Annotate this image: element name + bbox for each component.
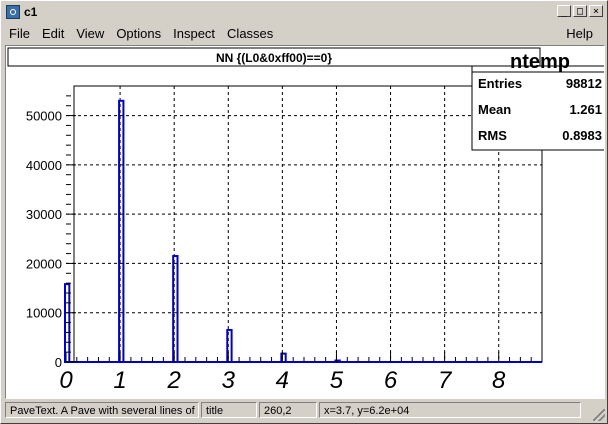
status-object-info: PaveText. A Pave with several lines of t… bbox=[5, 402, 199, 418]
menu-options[interactable]: Options bbox=[110, 26, 167, 41]
stats-mean-label: Mean bbox=[478, 102, 511, 117]
x-tick-label: 3 bbox=[222, 367, 236, 394]
stats-name: ntemp bbox=[510, 51, 570, 73]
menu-inspect[interactable]: Inspect bbox=[167, 26, 221, 41]
x-tick-label: 0 bbox=[59, 367, 73, 394]
stats-box[interactable]: ntemp Entries 98812 Mean 1.261 RMS 0.898… bbox=[471, 51, 604, 151]
root-app-icon bbox=[6, 5, 20, 19]
stats-rms-value: 0.8983 bbox=[562, 128, 602, 143]
resize-grip-icon[interactable] bbox=[593, 409, 605, 421]
histogram-bar bbox=[172, 255, 179, 364]
x-tick-label: 2 bbox=[167, 367, 181, 394]
menu-classes[interactable]: Classes bbox=[221, 26, 279, 41]
x-tick-label: 7 bbox=[438, 367, 453, 394]
menu-file[interactable]: File bbox=[3, 26, 36, 41]
x-tick-label: 4 bbox=[276, 367, 289, 394]
histogram-bars bbox=[64, 99, 542, 364]
stats-rms-label: RMS bbox=[478, 128, 507, 143]
x-tick-label: 6 bbox=[384, 367, 398, 394]
title-bar[interactable]: c1 _ □ × bbox=[3, 3, 605, 21]
minimize-button[interactable]: _ bbox=[557, 5, 571, 17]
stats-entries-value: 98812 bbox=[566, 76, 602, 91]
menu-view[interactable]: View bbox=[70, 26, 110, 41]
x-tick-label: 5 bbox=[330, 367, 344, 394]
plot-canvas[interactable]: NN {(L0&0xff00)==0} 0 10000 20000 30000 4000… bbox=[5, 45, 605, 399]
window-controls: _ □ × bbox=[557, 5, 603, 17]
menu-help[interactable]: Help bbox=[560, 26, 599, 41]
x-tick-label: 8 bbox=[492, 367, 506, 394]
menu-edit[interactable]: Edit bbox=[36, 26, 70, 41]
y-tick-label: 50000 bbox=[26, 109, 62, 124]
root-window: c1 _ □ × File Edit View Options Inspect … bbox=[0, 0, 608, 424]
y-tick-label: 40000 bbox=[26, 158, 62, 173]
status-object-name: title bbox=[201, 402, 257, 418]
status-coords: x=3.7, y=6.2e+04 bbox=[319, 402, 581, 418]
window-title: c1 bbox=[24, 5, 38, 19]
y-tick-label: 10000 bbox=[26, 306, 62, 321]
y-tick-label: 20000 bbox=[26, 256, 62, 271]
histogram-bar bbox=[118, 99, 125, 364]
status-bar: PaveText. A Pave with several lines of t… bbox=[5, 402, 605, 420]
menu-bar: File Edit View Options Inspect Classes H… bbox=[3, 23, 605, 43]
histogram-plot[interactable]: NN {(L0&0xff00)==0} 0 10000 20000 30000 4000… bbox=[6, 46, 604, 398]
plot-title: NN {(L0&0xff00)==0} bbox=[216, 51, 332, 65]
y-tick-label: 30000 bbox=[26, 207, 62, 222]
stats-entries-label: Entries bbox=[478, 76, 522, 91]
maximize-button[interactable]: □ bbox=[573, 5, 587, 17]
status-pixel: 260,2 bbox=[259, 402, 317, 418]
stats-mean-value: 1.261 bbox=[569, 102, 602, 117]
close-button[interactable]: × bbox=[589, 5, 603, 17]
x-tick-label: 1 bbox=[113, 367, 126, 394]
grid-lines bbox=[66, 86, 542, 362]
x-axis: 0 1 2 3 4 5 6 7 8 bbox=[59, 352, 532, 394]
